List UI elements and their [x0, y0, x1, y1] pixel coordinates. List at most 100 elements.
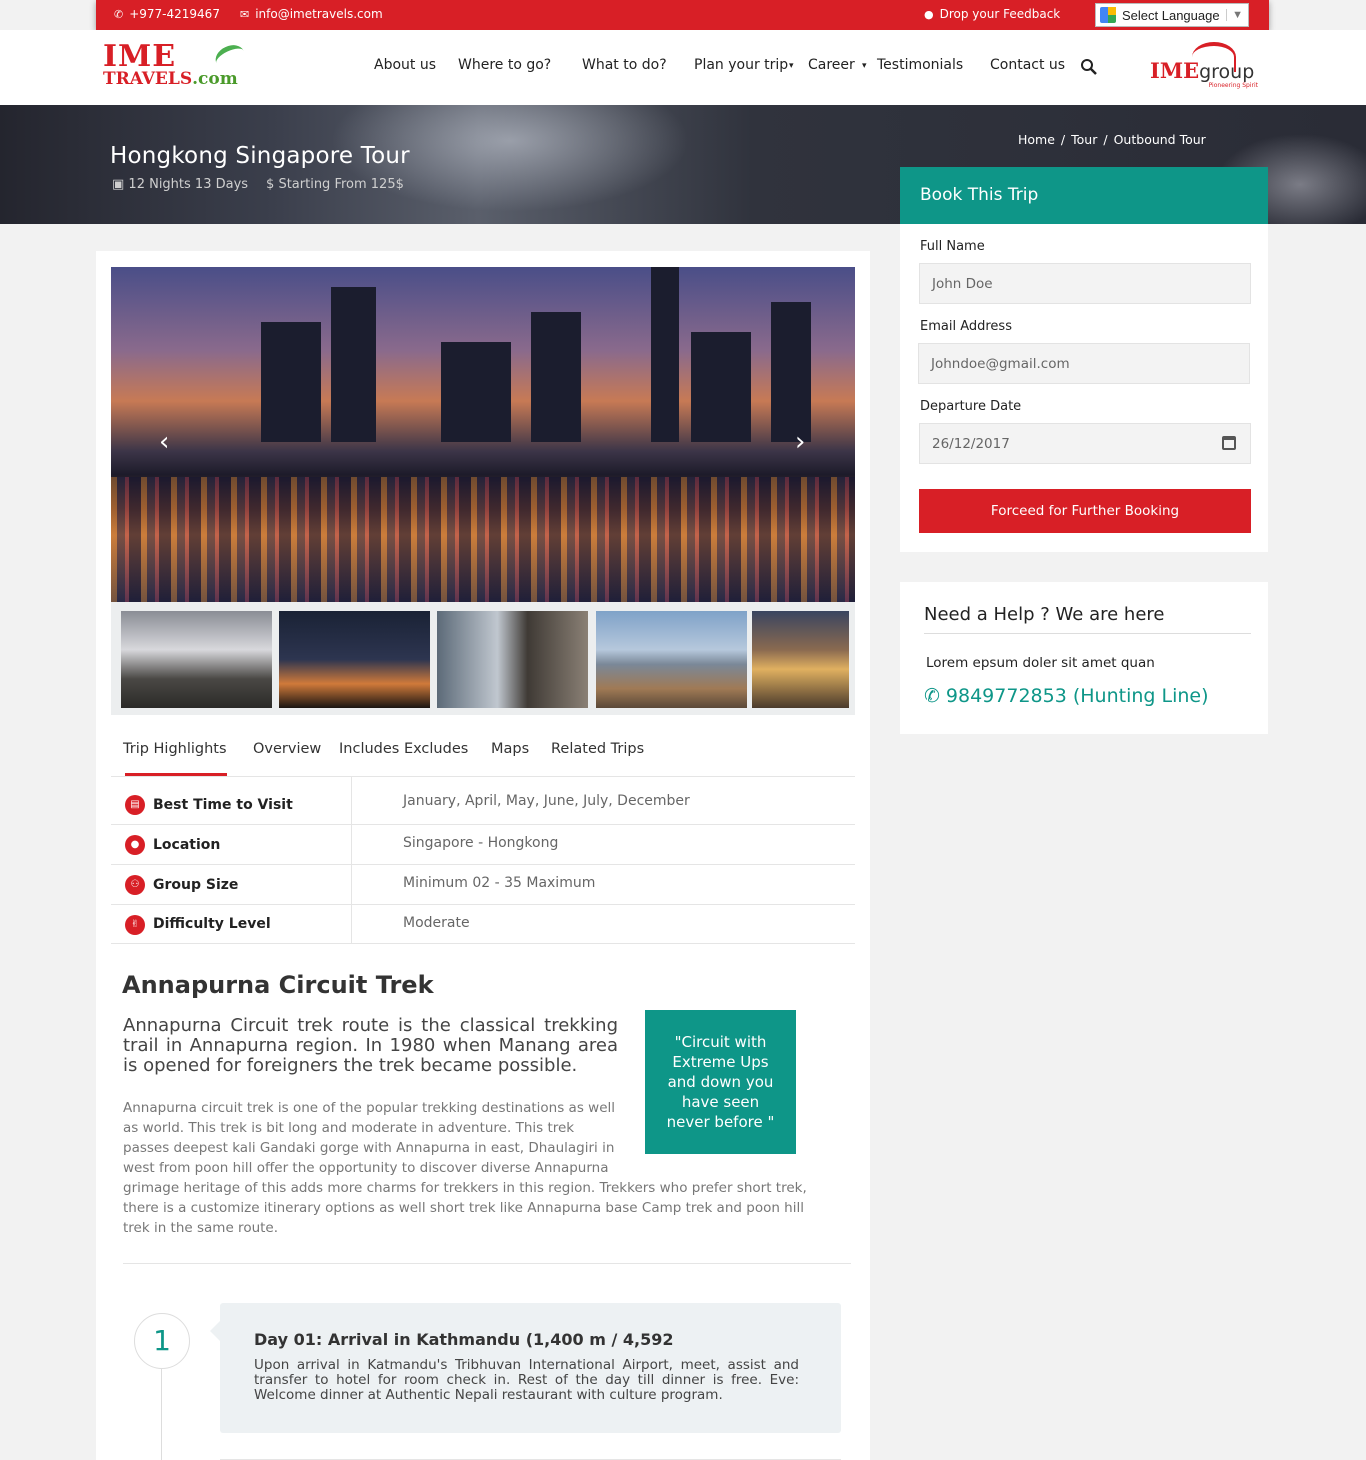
slider-next-arrow-icon[interactable]: › — [795, 427, 805, 457]
breadcrumb-outbound-tour[interactable]: Outbound Tour — [1114, 132, 1206, 147]
thumbnail[interactable] — [279, 611, 430, 708]
nav-contact-us[interactable]: Contact us — [990, 57, 1065, 73]
skyline-building — [261, 322, 321, 442]
nav-what-to-do[interactable]: What to do? — [582, 57, 667, 73]
calendar-icon: ▣ — [112, 177, 129, 192]
skyline-building — [771, 302, 811, 442]
feedback-icon: ● — [924, 7, 934, 21]
feedback-link[interactable]: ● Drop your Feedback — [924, 7, 1060, 21]
nav-career[interactable]: Career — [808, 57, 855, 73]
nav-where-to-go[interactable]: Where to go? — [458, 57, 551, 73]
help-phone[interactable]: ✆ 9849772853 (Hunting Line) — [924, 685, 1209, 707]
day-title: Day 01: Arrival in Kathmandu (1,400 m / … — [254, 1330, 674, 1349]
breadcrumb: Home / Tour / Outbound Tour — [1018, 132, 1206, 147]
thumbnail[interactable] — [596, 611, 747, 708]
tab-related-trips[interactable]: Related Trips — [551, 741, 644, 757]
body-text-bottom: grimage heritage of this adds more charm… — [123, 1180, 807, 1236]
departure-date-input[interactable]: 26/12/2017 — [919, 423, 1251, 464]
calendar-icon: ▤ — [125, 795, 145, 815]
email-label: Email Address — [920, 319, 1012, 334]
thumbnail[interactable] — [752, 611, 849, 708]
calendar-icon[interactable] — [1222, 436, 1236, 450]
thumbnail-strip — [111, 602, 855, 715]
group-tagline: Pioneering Spirit — [1208, 82, 1258, 89]
ime-travels-logo[interactable]: IME TRAVELS.com — [103, 40, 263, 92]
breadcrumb-separator: / — [1103, 132, 1108, 147]
highlight-label: Location — [153, 837, 221, 853]
section-divider — [123, 1263, 851, 1264]
highlight-label: Difficulty Level — [153, 916, 271, 932]
booking-card: Book This Trip Full Name John Doe Email … — [900, 167, 1268, 552]
tab-maps[interactable]: Maps — [491, 741, 529, 757]
ime-group-logo[interactable]: IMEgroup Pioneering Spirit — [1150, 40, 1260, 95]
skyline-building — [441, 342, 511, 442]
top-bar: ✆ +977-4219467 ✉ info@imetravels.com ● D… — [96, 0, 1269, 30]
email-input[interactable]: Johndoe@gmail.com — [918, 343, 1250, 384]
table-row: ✌ Difficulty Level Moderate — [111, 905, 855, 944]
skyline-building — [531, 312, 581, 442]
language-select[interactable]: Select Language ▼ — [1095, 3, 1249, 27]
booking-submit-button[interactable]: Forceed for Further Booking — [919, 489, 1251, 533]
timeline-line — [161, 1369, 162, 1460]
breadcrumb-separator: / — [1060, 132, 1066, 147]
hero-slider: ‹ › — [111, 267, 855, 602]
google-icon — [1100, 7, 1116, 23]
departure-date-value: 26/12/2017 — [932, 436, 1010, 452]
day-number: 1 — [134, 1313, 190, 1369]
highlight-value: Minimum 02 - 35 Maximum — [403, 875, 596, 891]
mail-icon: ✉ — [240, 7, 250, 21]
help-title: Need a Help ? We are here — [924, 604, 1165, 625]
pull-quote: "Circuit with Extreme Ups and down you h… — [645, 1010, 796, 1154]
help-text: Lorem epsum doler sit amet quan — [926, 655, 1155, 671]
page-title: Hongkong Singapore Tour — [110, 143, 410, 169]
trip-tabs: Trip Highlights Overview Includes Exclud… — [111, 741, 855, 777]
duration-text: 12 Nights 13 Days — [128, 177, 249, 192]
logo-dotcom: .com — [192, 69, 238, 89]
logo-text-travels: TRAVELS.com — [103, 70, 263, 88]
breadcrumb-home[interactable]: Home — [1018, 132, 1055, 147]
phone-icon: ✆ — [924, 685, 940, 707]
dropdown-arrow-icon: ▼ — [1226, 9, 1248, 21]
highlight-value: Moderate — [403, 915, 470, 931]
breadcrumb-tour[interactable]: Tour — [1071, 132, 1097, 147]
topbar-email[interactable]: ✉ info@imetravels.com — [240, 7, 383, 21]
slider-prev-arrow-icon[interactable]: ‹ — [159, 427, 169, 457]
logo-travels: TRAVELS — [103, 69, 193, 89]
full-name-input[interactable]: John Doe — [919, 263, 1251, 304]
trip-content: ‹ › Trip Highlights Overview Includes Ex… — [96, 251, 870, 1460]
body-text-top: Annapurna circuit trek is one of the pop… — [123, 1100, 616, 1176]
table-row: ● Location Singapore - Hongkong — [111, 825, 855, 865]
main-nav: IME TRAVELS.com About us Where to go? Wh… — [0, 30, 1366, 105]
skyline-building — [331, 287, 376, 442]
day-description: Upon arrival in Katmandu's Tribhuvan Int… — [254, 1357, 799, 1403]
group-logo-group: group — [1199, 61, 1255, 83]
thumbnail[interactable] — [437, 611, 588, 708]
booking-heading: Book This Trip — [900, 167, 1268, 224]
chevron-down-icon: ▾ — [789, 61, 794, 71]
itinerary-day-card: Day 01: Arrival in Kathmandu (1,400 m / … — [210, 1303, 841, 1433]
search-icon[interactable] — [1080, 58, 1098, 76]
skyline-building — [691, 332, 751, 442]
phone-icon: ✆ — [114, 7, 124, 21]
topbar-phone[interactable]: ✆ +977-4219467 — [114, 7, 220, 21]
full-name-label: Full Name — [920, 239, 985, 254]
nav-testimonials[interactable]: Testimonials — [877, 57, 963, 73]
feedback-text: Drop your Feedback — [939, 7, 1061, 21]
thumbnail[interactable] — [121, 611, 272, 708]
tab-trip-highlights[interactable]: Trip Highlights — [123, 741, 227, 776]
help-phone-number: 9849772853 (Hunting Line) — [945, 685, 1209, 707]
highlight-label: Group Size — [153, 877, 239, 893]
nav-about-us[interactable]: About us — [374, 57, 436, 73]
skyline-building — [651, 267, 679, 442]
help-divider — [924, 633, 1251, 634]
water-reflection — [111, 477, 855, 602]
section-title: Annapurna Circuit Trek — [122, 971, 434, 999]
tab-includes-excludes[interactable]: Includes Excludes — [339, 741, 468, 757]
language-label: Select Language — [1122, 7, 1220, 23]
chevron-down-icon: ▾ — [862, 61, 867, 71]
nav-plan-your-trip[interactable]: Plan your trip — [694, 57, 788, 73]
group-logo-ime: IME — [1150, 58, 1200, 83]
tab-overview[interactable]: Overview — [253, 741, 321, 757]
duration: ▣ 12 Nights 13 Days — [112, 177, 248, 192]
table-row: ⚇ Group Size Minimum 02 - 35 Maximum — [111, 865, 855, 905]
